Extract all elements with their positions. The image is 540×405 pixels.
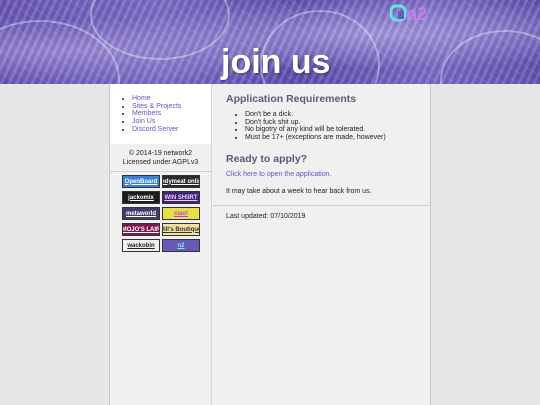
list-item: No bigotry of any kind will be tolerated… xyxy=(245,126,431,134)
list-item: Don't fuck shit up. xyxy=(245,119,431,127)
banner-cable-decoration xyxy=(90,0,230,60)
last-updated: Last updated: 07/10/2019 xyxy=(226,213,306,220)
n2-logo-icon: n2 xyxy=(389,4,427,24)
apply-heading: Ready to apply? xyxy=(226,153,308,165)
sidebar-item-members: Members xyxy=(132,110,211,118)
affiliate-badge[interactable]: Jill's Boutique xyxy=(162,223,200,236)
copyright-text: © 2014-19 network2 xyxy=(128,150,193,157)
nav-link-join-us[interactable]: Join Us xyxy=(132,118,155,125)
page-container: Home Sites & Projects Members Join Us Di… xyxy=(109,84,431,405)
sidebar-nav: Home Sites & Projects Members Join Us Di… xyxy=(110,84,211,144)
copyright: © 2014-19 network2 Licensed under AGPLv3 xyxy=(110,149,211,167)
affiliate-badge[interactable]: n2 xyxy=(162,239,200,252)
affiliate-badge[interactable]: WIN SHIIRT xyxy=(162,191,200,204)
nav-link-home[interactable]: Home xyxy=(132,95,151,102)
affiliate-badge[interactable]: wackobin xyxy=(122,239,160,252)
page-title: join us xyxy=(221,43,331,81)
sidebar-item-sites-projects: Sites & Projects xyxy=(132,103,211,111)
divider xyxy=(110,171,211,172)
nav-link-discord[interactable]: Discord Server xyxy=(132,126,178,133)
affiliate-badge[interactable]: MOJO'S LAIR xyxy=(122,223,160,236)
network2-logo[interactable]: n2 xyxy=(389,2,434,24)
list-item: Must be 17+ (exceptions are made, howeve… xyxy=(245,134,431,142)
application-link[interactable]: Click here to open the application. xyxy=(226,171,331,178)
affiliate-badge[interactable]: OpenBoard xyxy=(122,175,160,188)
sidebar-item-home: Home xyxy=(132,95,211,103)
logo-text: n2 xyxy=(406,4,427,24)
list-item: Don't be a dick. xyxy=(245,111,431,119)
affiliate-badge[interactable]: Endymeat online xyxy=(162,175,200,188)
nav-link-sites-projects[interactable]: Sites & Projects xyxy=(132,103,181,110)
requirements-list: Don't be a dick. Don't fuck shit up. No … xyxy=(245,111,431,141)
sidebar-item-join-us: Join Us xyxy=(132,118,211,126)
main-content: Application Requirements Don't be a dick… xyxy=(213,84,431,405)
nav-link-members[interactable]: Members xyxy=(132,110,161,117)
requirements-heading: Application Requirements xyxy=(226,93,357,105)
divider xyxy=(213,205,431,206)
affiliate-badge[interactable]: metaworld xyxy=(122,207,160,220)
sidebar: Home Sites & Projects Members Join Us Di… xyxy=(110,84,212,405)
banner-cable-decoration xyxy=(440,30,540,84)
wait-text: It may take about a week to hear back fr… xyxy=(226,188,372,195)
header-banner: n2 join us xyxy=(0,0,540,84)
affiliate-badge[interactable]: jackomix xyxy=(122,191,160,204)
license-text: Licensed under AGPLv3 xyxy=(122,159,199,166)
sidebar-item-discord: Discord Server xyxy=(132,126,211,134)
affiliate-badge[interactable]: ciao! xyxy=(162,207,200,220)
affiliate-badges: OpenBoardEndymeat onlinejackomixWIN SHII… xyxy=(110,175,211,252)
